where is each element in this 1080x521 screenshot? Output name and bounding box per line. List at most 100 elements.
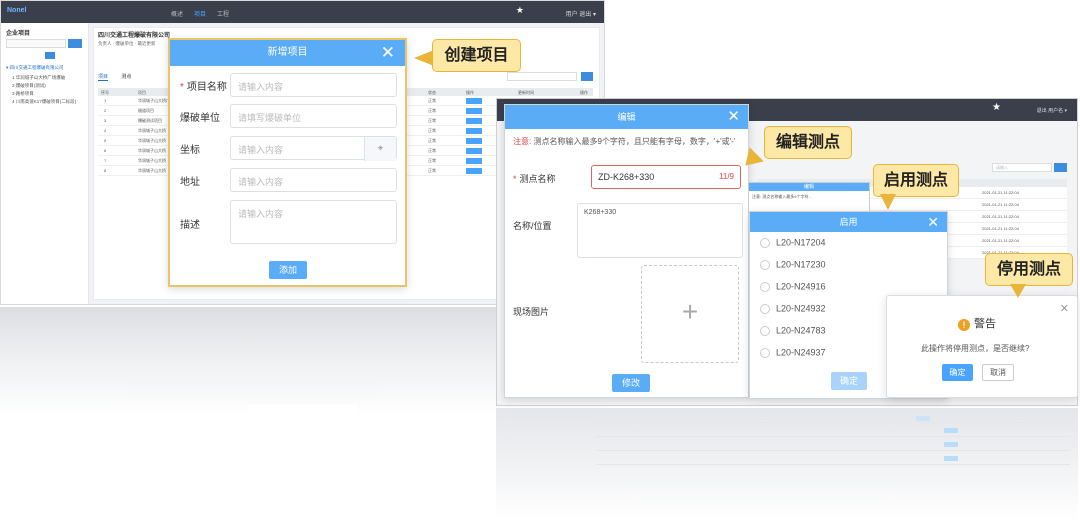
field-label: 地址 — [180, 177, 200, 188]
field-project-name: * 项目名称 请输入内容 — [180, 73, 397, 97]
row-index: 2 — [104, 108, 107, 113]
row-project-name: 华润城子山大桥 — [138, 138, 166, 143]
close-icon[interactable]: ✕ — [727, 105, 740, 129]
row-action-button[interactable] — [466, 98, 482, 104]
row-action-button[interactable] — [466, 158, 482, 164]
nav-engineering[interactable]: 工程 — [217, 9, 229, 18]
row-index: 6 — [104, 148, 107, 153]
callout-disable-point: 停用测点 — [985, 253, 1073, 286]
project-name-input[interactable]: 请输入内容 — [230, 73, 397, 97]
warning-title: ! 警告 — [958, 315, 996, 331]
project-sidebar: 企业项目 ▾ 四川交通工程爆破有限公司 1 华润城子山大桥广场爆破 2 爆破项目… — [1, 23, 89, 304]
top-navbar: Nonel 概述 项目 工程 ★ 用户 退出 ▾ — [1, 1, 604, 23]
add-project-button[interactable] — [45, 52, 55, 59]
table-search-input[interactable] — [507, 72, 577, 81]
table-search-button[interactable] — [581, 72, 593, 81]
row-status: 正常 — [428, 168, 436, 173]
row-date: 2021-01-21 11:22:04 — [982, 202, 1019, 207]
tree-item[interactable]: 1 华润城子山大桥广场爆破 — [12, 75, 65, 81]
cancel-button[interactable]: 取消 — [982, 364, 1014, 381]
modify-button[interactable]: 修改 — [612, 374, 650, 392]
dialog-title: 编辑 — [749, 183, 869, 191]
callout-pointer — [414, 50, 434, 66]
row-date: 2021-01-21 11:22:04 — [982, 214, 1019, 219]
radio-icon[interactable] — [760, 303, 770, 314]
option-label: L20-N24937 — [776, 347, 826, 358]
point-option[interactable]: L20-N24932 — [760, 303, 826, 317]
star-icon[interactable]: ★ — [992, 102, 1001, 113]
point-option[interactable]: L20-N24783 — [760, 325, 826, 339]
radio-icon[interactable] — [760, 281, 770, 292]
field-blasting-unit: 爆破单位 请填写爆破单位 — [180, 104, 397, 128]
point-option[interactable]: L20-N17230 — [760, 259, 826, 273]
row-action-button[interactable] — [466, 128, 482, 134]
address-input[interactable]: 请输入内容 — [230, 168, 397, 192]
field-description: 描述 请输入内容 — [180, 200, 397, 244]
radio-icon[interactable] — [760, 325, 770, 336]
point-name-input[interactable]: ZD-K268+330 11/9 — [591, 165, 741, 189]
row-action-button[interactable] — [466, 108, 482, 114]
option-label: L20-N24916 — [776, 281, 826, 292]
dialog-header: 编辑 ✕ — [505, 105, 748, 129]
close-icon[interactable]: ✕ — [927, 212, 939, 232]
tree-item[interactable]: 3 路桥项目 — [12, 91, 34, 97]
coordinates-input[interactable]: 请输入内容 ⌖ — [230, 136, 397, 161]
confirm-button[interactable]: 确定 — [831, 372, 867, 390]
row-status: 正常 — [428, 118, 436, 123]
row-index: 5 — [104, 138, 107, 143]
row-index: 3 — [104, 118, 107, 123]
radio-icon[interactable] — [760, 259, 770, 270]
option-label: L20-N17230 — [776, 259, 826, 270]
sidebar-search-input[interactable] — [6, 39, 66, 48]
row-action-button[interactable] — [466, 138, 482, 144]
row-date: 2021-01-21 11:22:04 — [982, 238, 1019, 243]
tree-item-company[interactable]: ▾ 四川交通工程爆破有限公司 — [6, 65, 64, 71]
nav-overview[interactable]: 概述 — [171, 9, 183, 18]
row-project-name: 华润城子山大桥 — [138, 128, 166, 133]
row-date: 2021-01-21 11:22:04 — [982, 226, 1019, 231]
user-menu[interactable]: 用户 退出 ▾ — [566, 9, 596, 18]
row-action-button[interactable] — [466, 148, 482, 154]
add-button[interactable]: 添加 — [269, 261, 307, 279]
nav-projects[interactable]: 项目 — [194, 9, 206, 18]
user-menu[interactable]: 退出 用户名 ▾ — [1037, 107, 1067, 114]
char-counter: 11/9 — [719, 172, 734, 181]
radio-icon[interactable] — [760, 237, 770, 248]
table-search-input[interactable]: 请输入 — [992, 163, 1052, 172]
row-project-name: 华润城子山大桥 — [138, 148, 166, 153]
tab-points[interactable]: 测点 — [121, 74, 131, 80]
point-option[interactable]: L20-N17204 — [760, 237, 826, 251]
tree-item[interactable]: 2 爆破项目(测试) — [12, 83, 46, 89]
tree-item[interactable]: 4 川南高速K17爆破项目(二标段) — [12, 99, 76, 105]
description-textarea[interactable]: 请输入内容 — [230, 200, 397, 244]
location-icon[interactable]: ⌖ — [364, 137, 396, 161]
photo-upload[interactable]: + — [641, 265, 739, 363]
row-index: 7 — [104, 158, 107, 163]
row-project-name: 华润城子山大桥 — [138, 168, 166, 173]
notification-icon[interactable]: ★ — [516, 5, 524, 16]
row-project-name: 隧道项目 — [138, 108, 154, 113]
callout-pointer — [880, 194, 896, 210]
row-action-button[interactable] — [466, 168, 482, 174]
note-label: 注意: — [513, 137, 532, 146]
point-option[interactable]: L20-N24916 — [760, 281, 826, 295]
row-status: 正常 — [428, 148, 436, 153]
app-logo: Nonel — [7, 7, 27, 14]
option-label: L20-N24783 — [776, 325, 826, 336]
sidebar-search-button[interactable] — [68, 39, 82, 48]
row-action-button[interactable] — [466, 118, 482, 124]
input-rule-note: 注意: 测点名称输入最多9个字符，且只能有字母，数字，'+'或'-' — [513, 136, 738, 148]
radio-icon[interactable] — [760, 347, 770, 358]
create-project-dialog: 新增项目 ✕ * 项目名称 请输入内容 爆破单位 请填写爆破单位 坐标 请输入内容… — [168, 38, 407, 287]
table-search-button[interactable] — [1054, 163, 1067, 172]
sidebar-title: 企业项目 — [6, 31, 31, 37]
blasting-unit-input[interactable]: 请填写爆破单位 — [230, 104, 397, 128]
tab-projects[interactable]: 项目 — [98, 74, 109, 81]
point-option[interactable]: L20-N24937 — [760, 347, 826, 361]
close-icon[interactable]: ✕ — [381, 40, 395, 66]
row-status: 正常 — [428, 128, 436, 133]
close-icon[interactable]: ✕ — [1060, 302, 1069, 315]
callout-pointer — [1010, 284, 1026, 298]
confirm-button[interactable]: 确定 — [942, 364, 973, 381]
location-textarea[interactable]: K268+330 — [577, 203, 743, 258]
